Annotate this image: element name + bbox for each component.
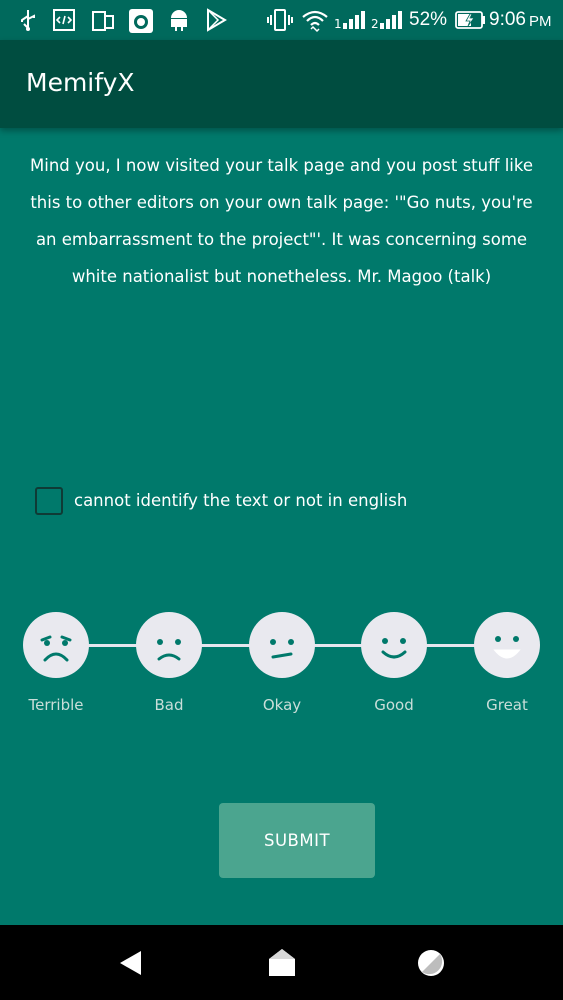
comment-text: Mind you, I now visited your talk page a… bbox=[30, 156, 533, 286]
face-terrible-icon[interactable] bbox=[23, 612, 89, 678]
recents-icon[interactable] bbox=[416, 947, 446, 984]
navigation-bar bbox=[0, 925, 563, 1000]
code-icon bbox=[52, 8, 76, 37]
play-store-icon bbox=[205, 8, 227, 37]
home-icon[interactable] bbox=[267, 947, 297, 984]
wifi-icon bbox=[301, 8, 329, 39]
back-icon[interactable] bbox=[116, 947, 144, 984]
status-bar: 1 2 52% 9:06 PM bbox=[0, 0, 563, 40]
signal-1-icon: 1 bbox=[334, 8, 366, 37]
battery-charging-icon bbox=[455, 11, 485, 34]
svg-text:1: 1 bbox=[334, 17, 342, 31]
rating-label-okay: Okay bbox=[262, 696, 302, 714]
face-okay-icon[interactable] bbox=[249, 612, 315, 678]
submit-button[interactable]: SUBMIT bbox=[219, 803, 375, 878]
rating-label-terrible: Terrible bbox=[28, 696, 84, 714]
app-title: MemifyX bbox=[26, 68, 135, 97]
rating-label-good: Good bbox=[374, 696, 414, 714]
app-bar: MemifyX bbox=[0, 40, 563, 128]
camera-app-icon bbox=[128, 8, 154, 39]
not-identifiable-checkbox[interactable] bbox=[35, 487, 63, 515]
clock-suffix: PM bbox=[529, 13, 552, 30]
rating-label-great: Great bbox=[486, 696, 528, 714]
rating-label-bad: Bad bbox=[154, 696, 184, 714]
svg-text:2: 2 bbox=[371, 17, 379, 31]
signal-2-icon: 2 bbox=[371, 8, 403, 37]
face-bad-icon[interactable] bbox=[136, 612, 202, 678]
vibrate-icon bbox=[267, 8, 293, 37]
checkbox-label: cannot identify the text or not in engli… bbox=[74, 491, 408, 510]
face-good-icon[interactable] bbox=[361, 612, 427, 678]
screen-rotation-icon bbox=[91, 8, 115, 37]
battery-percent: 52% bbox=[409, 9, 448, 30]
face-great-icon[interactable] bbox=[474, 612, 540, 678]
usb-icon bbox=[18, 8, 38, 37]
android-icon bbox=[168, 8, 190, 37]
clock-time: 9:06 bbox=[489, 9, 526, 30]
